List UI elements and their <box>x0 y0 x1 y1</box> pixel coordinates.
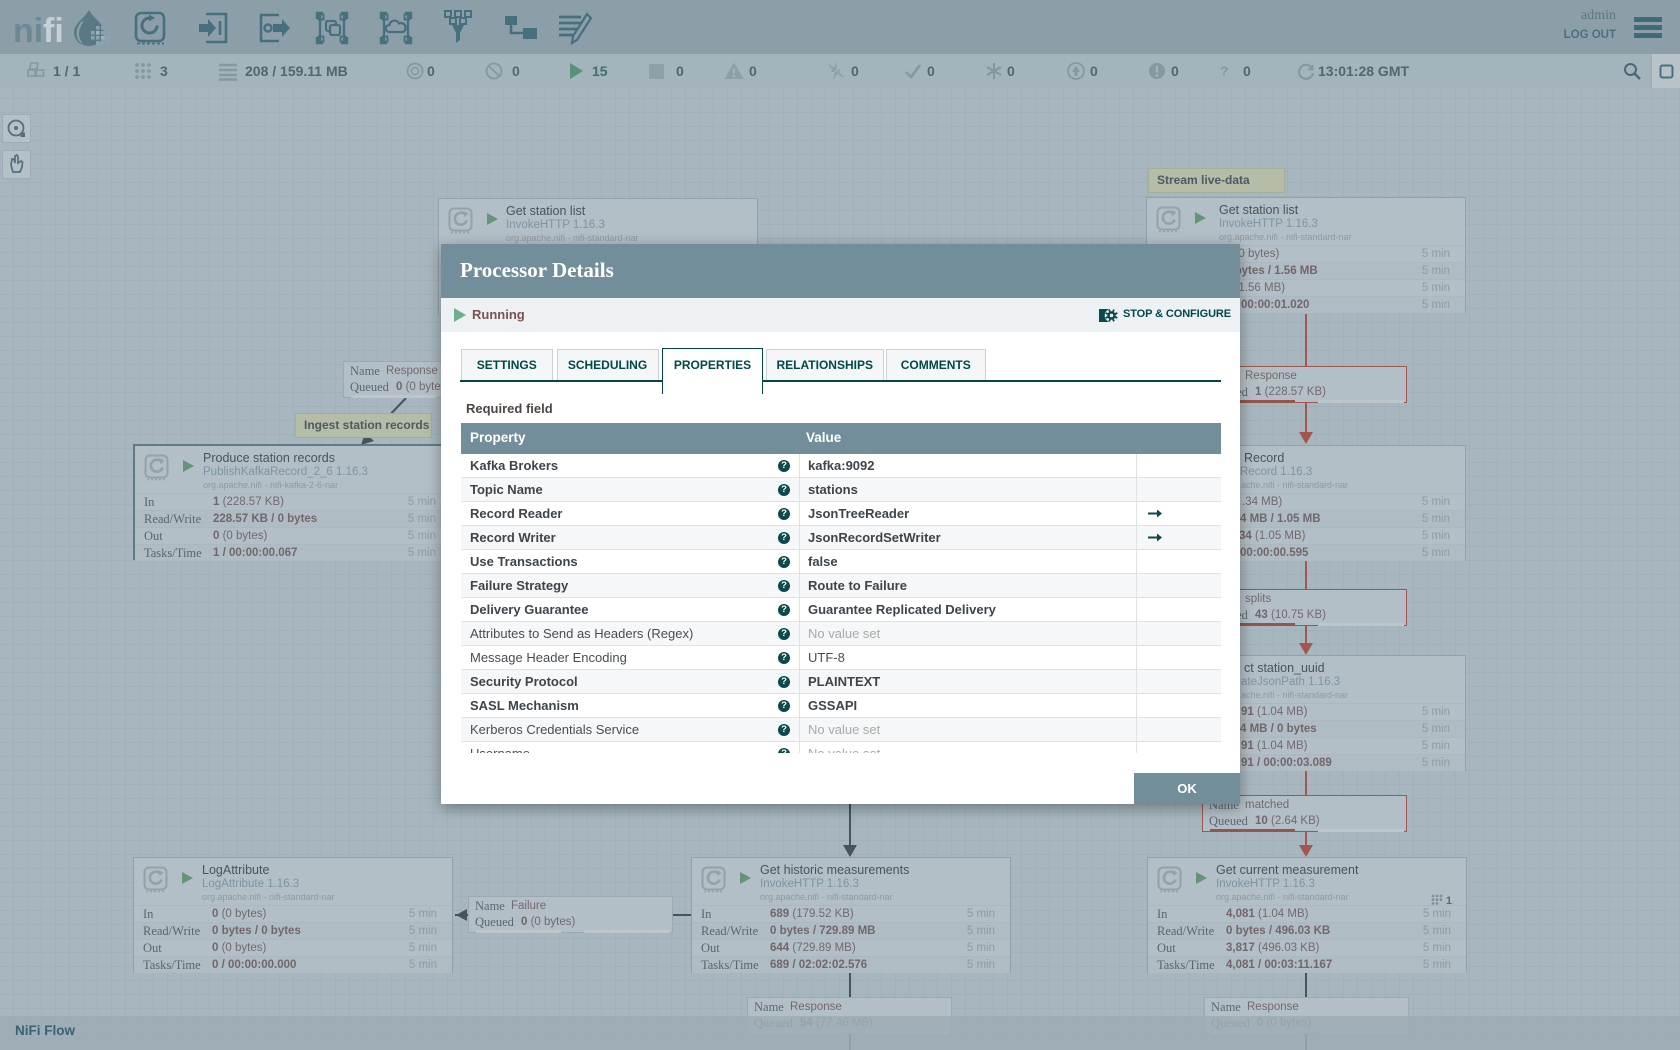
svg-text:fi: fi <box>43 12 64 50</box>
svg-text:ni: ni <box>13 12 43 50</box>
